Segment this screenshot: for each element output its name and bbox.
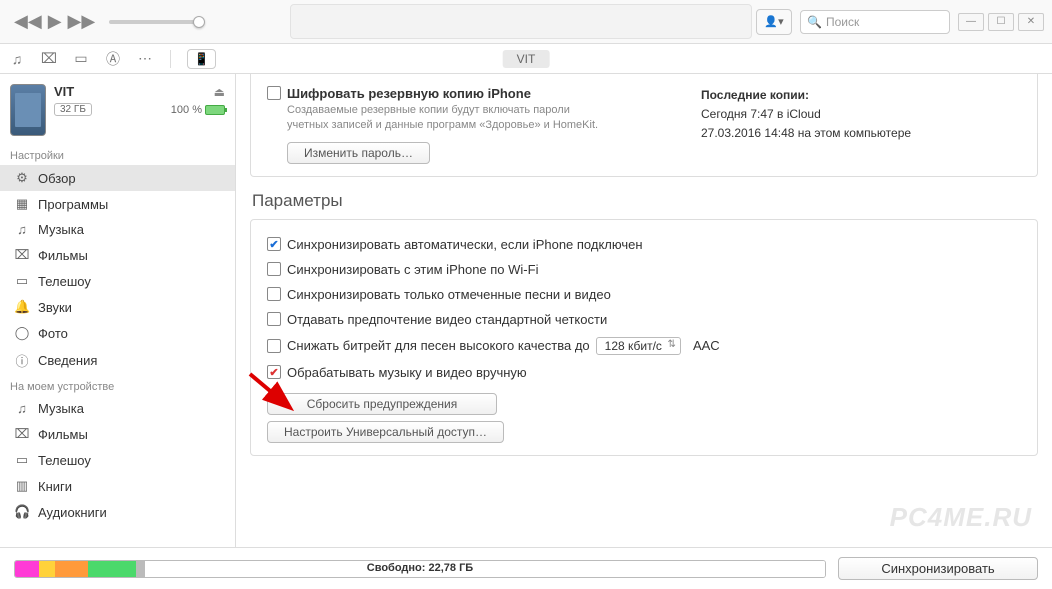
opt-bitrate-checkbox[interactable]: [267, 339, 281, 353]
encrypt-backup-label: Шифровать резервную копию iPhone: [287, 86, 531, 101]
reset-warnings-button[interactable]: Сбросить предупреждения: [267, 393, 497, 415]
lcd-display: [290, 4, 752, 39]
connected-device-button[interactable]: 📱: [187, 49, 216, 69]
info-icon: ⓘ: [14, 351, 30, 370]
music-source-icon[interactable]: ♫: [8, 51, 26, 67]
search-input[interactable]: 🔍 Поиск: [800, 10, 950, 34]
body-area: VIT ⏏ 32 ГБ 100 % Настройки ⚙Обзор ▦Прог…: [0, 74, 1052, 547]
sidebar-item-movies[interactable]: ⌧Фильмы: [0, 242, 235, 268]
sidebar-group-ondevice: На моем устройстве: [0, 375, 235, 396]
sidebar: VIT ⏏ 32 ГБ 100 % Настройки ⚙Обзор ▦Прог…: [0, 74, 236, 547]
opt-sd-video-checkbox[interactable]: [267, 312, 281, 326]
encrypt-backup-checkbox[interactable]: [267, 86, 281, 100]
device-thumb-icon: [10, 84, 46, 136]
device-battery: 100 %: [171, 104, 225, 116]
footer: Свободно: 22,78 ГБ Синхронизировать: [0, 547, 1052, 589]
sidebar-item-apps[interactable]: ▦Программы: [0, 191, 235, 217]
sidebar-dev-movies[interactable]: ⌧Фильмы: [0, 421, 235, 447]
device-name: VIT: [54, 84, 74, 99]
opt-manual: Обрабатывать музыку и видео вручную: [267, 360, 1021, 385]
search-placeholder: Поиск: [826, 15, 859, 29]
opt-auto-sync: Синхронизировать автоматически, если iPh…: [267, 232, 1021, 257]
next-button[interactable]: ▶▶: [68, 11, 96, 32]
maximize-button[interactable]: ☐: [988, 13, 1014, 31]
sidebar-item-photos[interactable]: ◯Фото: [0, 320, 235, 346]
minimize-button[interactable]: —: [958, 13, 984, 31]
sidebar-group-settings: Настройки: [0, 144, 235, 165]
opt-wifi-sync: Синхронизировать с этим iPhone по Wi-Fi: [267, 257, 1021, 282]
params-card: Синхронизировать автоматически, если iPh…: [250, 219, 1038, 456]
battery-icon: [205, 105, 225, 115]
sidebar-item-tvshows[interactable]: ▭Телешоу: [0, 268, 235, 294]
device-tab[interactable]: VIT: [503, 50, 550, 68]
playback-controls: ◀◀ ▶ ▶▶: [14, 11, 95, 32]
sidebar-item-music[interactable]: ♫Музыка: [0, 217, 235, 242]
opt-auto-sync-checkbox[interactable]: [267, 237, 281, 251]
params-title: Параметры: [252, 191, 1038, 211]
close-button[interactable]: ✕: [1018, 13, 1044, 31]
divider: [170, 50, 171, 68]
bitrate-select[interactable]: 128 кбит/с: [596, 337, 681, 355]
sidebar-dev-audiobooks[interactable]: 🎧Аудиокниги: [0, 499, 235, 525]
aac-label: AAC: [693, 338, 720, 353]
tv-source-icon[interactable]: ▭: [72, 50, 90, 67]
tv-icon: ▭: [14, 273, 30, 289]
titlebar: ◀◀ ▶ ▶▶ 👤▾ 🔍 Поиск — ☐ ✕: [0, 0, 1052, 44]
change-password-button[interactable]: Изменить пароль…: [287, 142, 430, 164]
source-bar: ♫ ⌧ ▭ Ⓐ ⋯ 📱 VIT: [0, 44, 1052, 74]
window-controls: — ☐ ✕: [958, 13, 1044, 31]
sidebar-item-overview[interactable]: ⚙Обзор: [0, 165, 235, 191]
movies-source-icon[interactable]: ⌧: [40, 50, 58, 67]
sync-button[interactable]: Синхронизировать: [838, 557, 1038, 580]
last-backup-line1: Сегодня 7:47 в iCloud: [701, 105, 1021, 124]
titlebar-right: 👤▾ 🔍 Поиск — ☐ ✕: [756, 0, 1044, 43]
device-capacity: 32 ГБ: [54, 103, 92, 116]
opt-checked-only: Синхронизировать только отмеченные песни…: [267, 282, 1021, 307]
volume-slider[interactable]: [109, 20, 199, 24]
apps-icon: ▦: [14, 196, 30, 212]
main-pane: Шифровать резервную копию iPhone Создава…: [236, 74, 1052, 547]
opt-manual-checkbox[interactable]: [267, 365, 281, 379]
storage-usage-bar: Свободно: 22,78 ГБ: [14, 560, 826, 578]
device-header: VIT ⏏ 32 ГБ 100 %: [0, 74, 235, 144]
backup-card: Шифровать резервную копию iPhone Создава…: [250, 74, 1038, 177]
opt-sd-video: Отдавать предпочтение видео стандартной …: [267, 307, 1021, 332]
photos-icon: ◯: [14, 325, 30, 341]
music-icon: ♫: [14, 222, 30, 237]
search-icon: 🔍: [807, 15, 822, 29]
overview-icon: ⚙: [14, 170, 30, 186]
more-source-icon[interactable]: ⋯: [136, 50, 154, 67]
universal-access-button[interactable]: Настроить Универсальный доступ…: [267, 421, 504, 443]
last-backup-title: Последние копии:: [701, 86, 1021, 105]
play-button[interactable]: ▶: [48, 11, 62, 32]
storage-free-label: Свободно: 22,78 ГБ: [367, 562, 473, 574]
last-backup-line2: 27.03.2016 14:48 на этом компьютере: [701, 124, 1021, 143]
sidebar-dev-music[interactable]: ♫Музыка: [0, 396, 235, 421]
eject-button[interactable]: ⏏: [214, 85, 225, 99]
sounds-icon: 🔔: [14, 299, 30, 315]
movies-icon: ⌧: [14, 247, 30, 263]
opt-checked-only-checkbox[interactable]: [267, 287, 281, 301]
sidebar-dev-tvshows[interactable]: ▭Телешоу: [0, 447, 235, 473]
sidebar-dev-books[interactable]: ▥Книги: [0, 473, 235, 499]
prev-button[interactable]: ◀◀: [14, 11, 42, 32]
sidebar-item-sounds[interactable]: 🔔Звуки: [0, 294, 235, 320]
sidebar-item-info[interactable]: ⓘСведения: [0, 346, 235, 375]
device-info: VIT ⏏ 32 ГБ 100 %: [54, 84, 225, 116]
opt-wifi-sync-checkbox[interactable]: [267, 262, 281, 276]
backup-last: Последние копии: Сегодня 7:47 в iCloud 2…: [701, 86, 1021, 164]
opt-bitrate: Снижать битрейт для песен высокого качес…: [267, 332, 1021, 360]
apps-source-icon[interactable]: Ⓐ: [104, 49, 122, 69]
account-button[interactable]: 👤▾: [756, 9, 792, 35]
encrypt-backup-desc: Создаваемые резервные копии будут включа…: [287, 103, 607, 134]
